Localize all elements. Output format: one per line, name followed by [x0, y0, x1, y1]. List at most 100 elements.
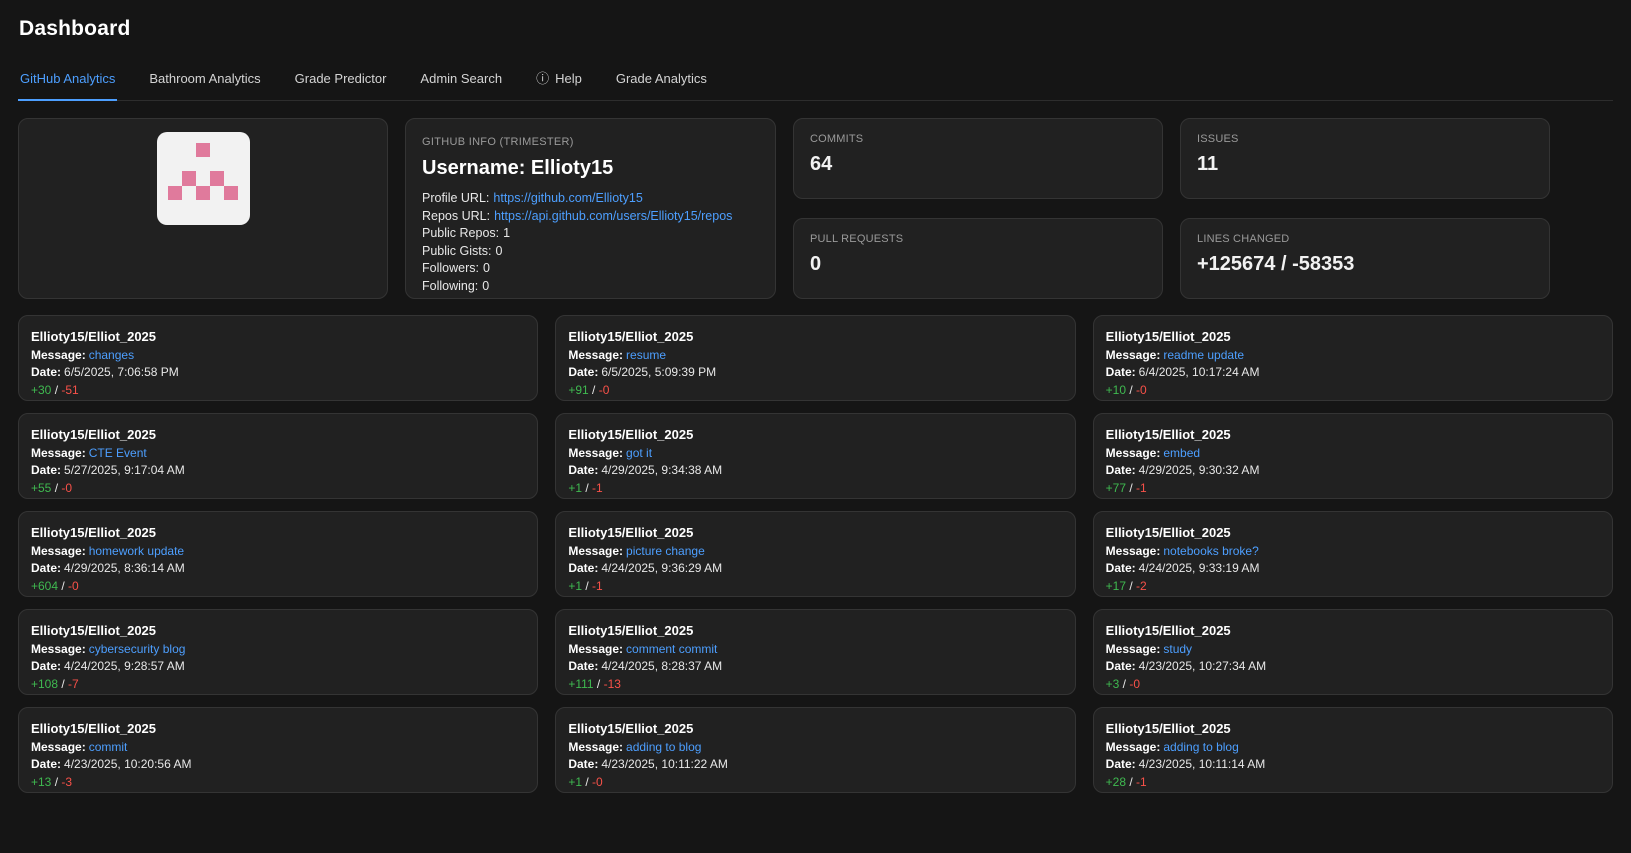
- commit-date: 4/23/2025, 10:27:34 AM: [1138, 659, 1267, 674]
- tab-grade-analytics[interactable]: Grade Analytics: [614, 63, 709, 100]
- commit-date: 4/24/2025, 8:28:37 AM: [601, 659, 723, 674]
- diff-separator: /: [593, 676, 604, 691]
- commit-message-link[interactable]: cybersecurity blog: [89, 642, 186, 656]
- identicon-pixel-off: [224, 171, 238, 185]
- commit-message-line: Message: cybersecurity blog: [31, 642, 525, 656]
- identicon-pixel-off: [182, 186, 196, 200]
- commit-message-line: Message: embed: [1106, 446, 1600, 460]
- commit-message-link[interactable]: notebooks broke?: [1163, 544, 1258, 558]
- commit-date: 4/23/2025, 10:20:56 AM: [64, 757, 192, 772]
- commit-message-link[interactable]: adding to blog: [626, 740, 701, 754]
- diff-separator: /: [588, 382, 599, 397]
- tab-github-analytics[interactable]: GitHub Analytics: [18, 63, 118, 102]
- summary-section: GITHUB INFO (TRIMESTER) Username: Elliot…: [18, 118, 1613, 300]
- commit-date-line: Date: 4/23/2025, 10:11:22 AM: [568, 757, 1062, 771]
- message-label: Message:: [568, 543, 624, 558]
- commit-date-line: Date: 4/24/2025, 9:33:19 AM: [1106, 561, 1600, 575]
- commit-message-link[interactable]: changes: [89, 348, 134, 362]
- commit-message-line: Message: homework update: [31, 544, 525, 558]
- date-label: Date:: [568, 757, 599, 772]
- tab-label: Admin Search: [420, 71, 503, 87]
- commit-card: Ellioty15/Elliot_2025 Message: changes Da…: [18, 315, 539, 402]
- stat-card-issues: ISSUES 11: [1180, 118, 1550, 200]
- commit-message-link[interactable]: got it: [626, 446, 652, 460]
- commit-date-line: Date: 4/23/2025, 10:11:14 AM: [1106, 757, 1600, 771]
- date-label: Date:: [1105, 463, 1136, 478]
- identicon-pixel-on: [195, 185, 211, 200]
- commit-deletions: -0: [598, 382, 610, 397]
- commit-deletions: -0: [1129, 676, 1141, 691]
- date-label: Date:: [1105, 561, 1136, 576]
- commit-repo: Ellioty15/Elliot_2025: [568, 329, 694, 345]
- github-info-field: Followers: 0: [422, 260, 759, 278]
- commit-date: 4/24/2025, 9:33:19 AM: [1138, 561, 1260, 576]
- commit-message-line: Message: notebooks broke?: [1106, 544, 1600, 558]
- commit-date: 6/5/2025, 7:06:58 PM: [64, 365, 179, 380]
- commit-date: 4/29/2025, 9:34:38 AM: [601, 463, 723, 478]
- commit-message-link[interactable]: study: [1163, 642, 1192, 656]
- commit-repo: Ellioty15/Elliot_2025: [31, 329, 157, 345]
- message-label: Message:: [31, 739, 86, 754]
- github-info-fields: Profile URL: https://github.com/Ellioty15…: [422, 190, 759, 295]
- diff-separator: /: [58, 578, 69, 593]
- avatar-card: [18, 118, 388, 300]
- commit-message-link[interactable]: readme update: [1163, 348, 1244, 362]
- tab-label: Grade Analytics: [615, 71, 707, 87]
- field-label: Followers:: [422, 261, 479, 276]
- tab-bathroom-analytics[interactable]: Bathroom Analytics: [147, 63, 262, 100]
- commit-message-link[interactable]: adding to blog: [1163, 740, 1238, 754]
- commit-diff: +17 / -2: [1106, 579, 1600, 593]
- identicon-avatar: [156, 132, 250, 226]
- commit-deletions: -1: [592, 578, 603, 593]
- identicon-pixel-off: [196, 200, 210, 214]
- identicon-pixel-off: [210, 157, 224, 171]
- commit-diff: +55 / -0: [31, 481, 525, 495]
- tab-label: Help: [555, 71, 582, 87]
- commit-additions: +13: [31, 774, 52, 789]
- commit-diff: +13 / -3: [31, 775, 525, 789]
- identicon-pixel-off: [224, 200, 238, 214]
- identicon-pixel-off: [168, 200, 182, 214]
- tab-help[interactable]: ⓘ Help: [534, 63, 584, 100]
- message-label: Message:: [568, 641, 624, 656]
- tab-admin-search[interactable]: Admin Search: [418, 63, 504, 100]
- commit-deletions: -0: [1136, 382, 1147, 397]
- commit-grid: Ellioty15/Elliot_2025 Message: changes Da…: [18, 315, 1613, 794]
- commit-diff: +91 / -0: [568, 383, 1062, 397]
- commit-date: 4/23/2025, 10:11:14 AM: [1138, 757, 1266, 772]
- commit-message-link[interactable]: CTE Event: [89, 446, 147, 460]
- stat-card-pull-requests: PULL REQUESTS 0: [793, 218, 1163, 300]
- commit-card: Ellioty15/Elliot_2025 Message: notebooks …: [1092, 511, 1613, 598]
- message-label: Message:: [1105, 347, 1161, 362]
- identicon-pixel-off: [168, 157, 182, 171]
- commit-card: Ellioty15/Elliot_2025 Message: embed Date…: [1092, 413, 1613, 500]
- github-info-field: Public Repos: 1: [422, 225, 759, 243]
- diff-separator: /: [58, 676, 69, 691]
- commit-message-link[interactable]: comment commit: [626, 642, 717, 656]
- repos-url-link[interactable]: https://api.github.com/users/Ellioty15/r…: [494, 209, 732, 223]
- commit-repo: Ellioty15/Elliot_2025: [568, 525, 694, 541]
- commit-message-link[interactable]: resume: [626, 348, 666, 362]
- identicon-pixel-off: [210, 186, 224, 200]
- commit-date-line: Date: 6/5/2025, 7:06:58 PM: [31, 365, 525, 379]
- commit-card: Ellioty15/Elliot_2025 Message: adding to …: [1092, 707, 1613, 794]
- commit-message-line: Message: changes: [31, 348, 525, 362]
- profile-url-link[interactable]: https://github.com/Ellioty15: [493, 191, 642, 205]
- commit-repo: Ellioty15/Elliot_2025: [1105, 427, 1231, 443]
- stat-value: +125674 / -58353: [1197, 253, 1355, 276]
- stat-value: 64: [810, 153, 833, 176]
- commit-additions: +55: [31, 480, 52, 495]
- commit-diff: +604 / -0: [31, 579, 525, 593]
- commit-card: Ellioty15/Elliot_2025 Message: homework u…: [18, 511, 539, 598]
- commit-message-line: Message: comment commit: [568, 642, 1062, 656]
- commit-deletions: -0: [592, 774, 603, 789]
- commit-message-link[interactable]: picture change: [626, 544, 705, 558]
- identicon-pixel-off: [210, 200, 224, 214]
- commit-card: Ellioty15/Elliot_2025 Message: CTE Event …: [18, 413, 539, 500]
- commit-message-link[interactable]: embed: [1163, 446, 1200, 460]
- tab-grade-predictor[interactable]: Grade Predictor: [293, 63, 389, 100]
- github-info-field: Following: 0: [422, 278, 759, 296]
- commit-message-link[interactable]: commit: [89, 740, 128, 754]
- commit-message-link[interactable]: homework update: [89, 544, 184, 558]
- github-info-field: Profile URL: https://github.com/Ellioty15: [422, 190, 759, 208]
